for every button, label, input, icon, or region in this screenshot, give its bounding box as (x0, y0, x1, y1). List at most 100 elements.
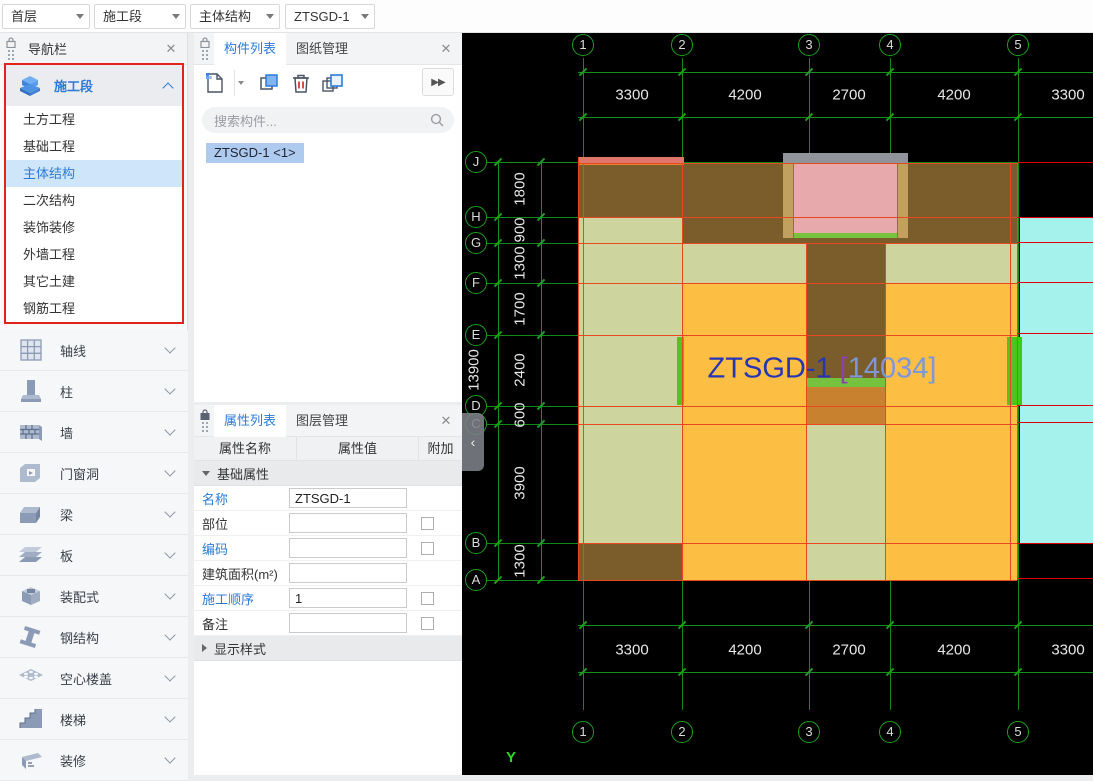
red-line-right (1017, 422, 1093, 423)
new-component-dropdown[interactable] (234, 70, 246, 96)
plan-region-21[interactable] (897, 163, 908, 238)
attach-checkbox[interactable] (421, 592, 434, 605)
property-section-显示样式[interactable]: 显示样式 (194, 636, 462, 661)
nav-group-item-其它土建[interactable]: 其它土建 (6, 268, 182, 295)
sidebar-category-装配式[interactable]: 装配式 (0, 576, 188, 617)
delete-component-button[interactable] (288, 70, 314, 96)
element-category-list: 轴线柱墙门窗洞梁板装配式钢结构空心楼盖楼梯装修 (0, 330, 188, 781)
region-border-h (578, 243, 1017, 244)
toolbar-combo-4[interactable]: ZTSGD-1 (285, 4, 375, 29)
property-value-input[interactable] (289, 538, 407, 558)
new-component-button[interactable] (202, 70, 228, 96)
attach-checkbox[interactable] (421, 617, 434, 630)
grid-bubble-row-H: H (465, 206, 487, 228)
plan-region-3[interactable] (578, 243, 1017, 283)
category-label: 墙 (60, 423, 166, 442)
property-value-input[interactable] (289, 613, 407, 633)
component-search-input[interactable]: 搜索构件... (202, 107, 454, 133)
plan-region-20[interactable] (783, 163, 793, 238)
prefab-icon (16, 582, 46, 610)
sidebar-category-钢结构[interactable]: 钢结构 (0, 617, 188, 658)
dimension-left-3900: 3900 (512, 466, 529, 499)
plan-region-23[interactable] (793, 233, 897, 238)
tab-图纸管理[interactable]: 图纸管理 (286, 33, 358, 65)
expand-more-button[interactable]: ▶▶ (422, 68, 454, 96)
toolbar-combo-2[interactable]: 施工段 (94, 4, 186, 29)
dimension-left-1800: 1800 (512, 172, 529, 205)
property-value-input[interactable] (289, 488, 407, 508)
toolbar-combo-1[interactable]: 首层 (2, 4, 90, 29)
panel-collapse-handle[interactable]: ‹ (462, 413, 484, 471)
sidebar-category-板[interactable]: 板 (0, 535, 188, 576)
lock-icon (200, 37, 210, 48)
nav-group-item-主体结构[interactable]: 主体结构 (6, 160, 182, 187)
attach-checkbox[interactable] (421, 517, 434, 530)
drawing-canvas[interactable]: 1122334455JHGFEDCBA330033004200420027002… (462, 33, 1093, 775)
wall-icon (16, 418, 46, 446)
property-panel: 属性列表图层管理 ✕ 属性名称 属性值 附加 基础属性名称部位编码建筑面积(m²… (194, 405, 462, 775)
property-value-input[interactable] (289, 513, 407, 533)
plan-region-19[interactable] (1020, 218, 1093, 543)
close-icon[interactable]: ✕ (163, 41, 179, 57)
sidebar-category-柱[interactable]: 柱 (0, 371, 188, 412)
selected-component-name: ZTSGD-1 (708, 353, 840, 385)
plan-region-12[interactable] (806, 424, 885, 543)
plan-region-1[interactable] (578, 217, 682, 243)
sidebar-category-空心楼盖[interactable]: 空心楼盖 (0, 658, 188, 699)
close-icon[interactable]: ✕ (438, 413, 454, 429)
construction-stage-header[interactable]: 施工段 (6, 65, 182, 106)
nav-group-item-基础工程[interactable]: 基础工程 (6, 133, 182, 160)
panel-grip[interactable] (0, 33, 20, 64)
nav-group-item-外墙工程[interactable]: 外墙工程 (6, 241, 182, 268)
nav-group-item-钢筋工程[interactable]: 钢筋工程 (6, 295, 182, 322)
chevron-down-icon (164, 670, 175, 681)
copy-multiple-button[interactable] (320, 70, 346, 96)
chevron-up-icon (162, 82, 173, 93)
nav-group-item-二次结构[interactable]: 二次结构 (6, 187, 182, 214)
copy-component-button[interactable] (256, 70, 282, 96)
dimension-left-900: 900 (512, 217, 529, 242)
property-panel-tabs: 属性列表图层管理 (214, 405, 358, 437)
plan-region-10[interactable] (578, 424, 682, 543)
plan-region-4[interactable] (578, 283, 682, 335)
beam-icon (16, 500, 46, 528)
selected-component-label: ZTSGD-1 [14034] (708, 353, 937, 386)
component-toolbar: ▶▶ (194, 65, 462, 101)
sidebar-category-轴线[interactable]: 轴线 (0, 330, 188, 371)
grid-bubble-bottom-5: 5 (1007, 721, 1029, 743)
close-icon[interactable]: ✕ (438, 41, 454, 57)
grid-bubble-row-J: J (465, 151, 487, 173)
dimension-bottom-2700: 2700 (832, 642, 865, 659)
component-list-item[interactable]: ZTSGD-1 <1> (206, 143, 304, 163)
tab-属性列表[interactable]: 属性列表 (214, 405, 286, 437)
panel-grip[interactable] (194, 405, 214, 436)
property-value-input[interactable] (289, 588, 407, 608)
copy-icon (258, 72, 280, 94)
property-section-基础属性[interactable]: 基础属性 (194, 461, 462, 486)
sidebar-category-门窗洞[interactable]: 门窗洞 (0, 453, 188, 494)
plan-region-22[interactable] (793, 163, 897, 233)
region-border-h (578, 163, 1017, 164)
section-label: 显示样式 (214, 639, 266, 658)
finish-icon (16, 746, 46, 774)
plan-region-13[interactable] (578, 543, 682, 580)
tab-图层管理[interactable]: 图层管理 (286, 405, 358, 437)
plan-region-6[interactable] (578, 335, 682, 406)
dimension-total: 13900 (466, 349, 483, 391)
plan-region-28[interactable] (1007, 337, 1015, 405)
nav-group-item-装饰装修[interactable]: 装饰装修 (6, 214, 182, 241)
attach-checkbox[interactable] (421, 542, 434, 555)
panel-grip[interactable] (194, 33, 214, 64)
nav-group-item-土方工程[interactable]: 土方工程 (6, 106, 182, 133)
plan-region-8[interactable] (578, 406, 682, 424)
plan-region-26[interactable] (783, 153, 908, 163)
sidebar-category-墙[interactable]: 墙 (0, 412, 188, 453)
plan-region-15[interactable] (806, 543, 885, 580)
sidebar-category-楼梯[interactable]: 楼梯 (0, 699, 188, 740)
sidebar-category-梁[interactable]: 梁 (0, 494, 188, 535)
drag-handle-icon (201, 49, 209, 60)
tab-构件列表[interactable]: 构件列表 (214, 33, 286, 65)
toolbar-combo-3[interactable]: 主体结构 (190, 4, 280, 29)
property-value-input[interactable] (289, 563, 407, 583)
red-line-right (1017, 217, 1093, 218)
